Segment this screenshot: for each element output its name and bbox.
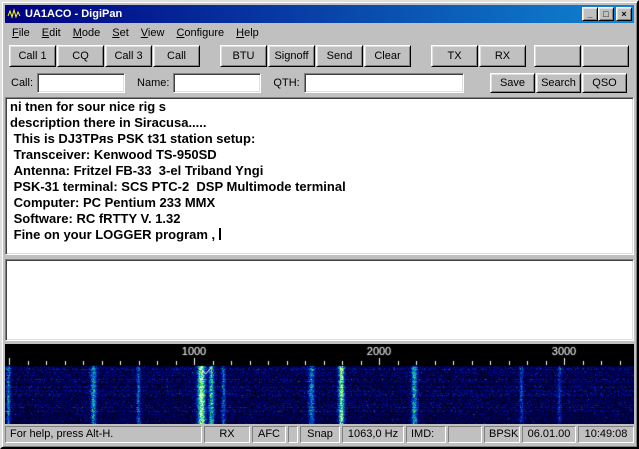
- statusbar-spacer: [288, 426, 298, 443]
- statusbar-help: For help, press Alt-H.: [5, 426, 202, 443]
- statusbar-date: 06.01.00: [522, 426, 576, 443]
- call-label: Call:: [11, 76, 34, 89]
- rx-text-area[interactable]: ni tnen for sour nice rig s description …: [5, 97, 634, 255]
- window-controls: _ □ ×: [582, 7, 632, 21]
- blank-button-1[interactable]: [534, 44, 581, 67]
- statusbar-snap[interactable]: Snap: [300, 426, 340, 443]
- tx-button[interactable]: TX: [431, 44, 478, 67]
- call1-button[interactable]: Call 1: [9, 44, 56, 67]
- tx-text-area[interactable]: [5, 259, 634, 341]
- menu-file[interactable]: File: [6, 25, 36, 41]
- title-bar[interactable]: UA1ACO - DigiPan _ □ ×: [5, 5, 634, 23]
- rx-button[interactable]: RX: [479, 44, 526, 67]
- signoff-button[interactable]: Signoff: [268, 44, 315, 67]
- clear-button[interactable]: Clear: [364, 44, 411, 67]
- save-button[interactable]: Save: [490, 72, 535, 93]
- btu-button[interactable]: BTU: [220, 44, 267, 67]
- menu-bar: File Edit Mode Set View Configure Help: [5, 23, 634, 42]
- app-icon: [7, 7, 21, 21]
- menu-edit[interactable]: Edit: [36, 25, 67, 41]
- call-button[interactable]: Call: [153, 44, 200, 67]
- qth-label: QTH:: [273, 76, 300, 89]
- text-caret: [218, 228, 221, 240]
- statusbar-rx[interactable]: RX: [204, 426, 250, 443]
- statusbar-frequency: 1063,0 Hz: [342, 426, 404, 443]
- menu-set[interactable]: Set: [106, 25, 135, 41]
- window-title: UA1ACO - DigiPan: [25, 8, 123, 20]
- minimize-button[interactable]: _: [582, 7, 598, 21]
- digipan-window: UA1ACO - DigiPan _ □ × File Edit Mode Se…: [0, 0, 639, 449]
- name-label: Name:: [137, 76, 170, 89]
- rx-text: ni tnen for sour nice rig s description …: [10, 99, 346, 242]
- name-input[interactable]: [173, 72, 262, 93]
- call-input[interactable]: [37, 72, 126, 93]
- statusbar-imd-value: [448, 426, 482, 443]
- statusbar-mode: BPSK: [484, 426, 520, 443]
- menu-configure[interactable]: Configure: [170, 25, 230, 41]
- menu-view[interactable]: View: [135, 25, 171, 41]
- waterfall-canvas[interactable]: [5, 344, 634, 424]
- qso-bar: Call: Name: QTH: Save Search QSO: [5, 69, 634, 96]
- statusbar-time: 10:49:08: [578, 426, 634, 443]
- qth-input[interactable]: [303, 72, 464, 93]
- call3-button[interactable]: Call 3: [105, 44, 152, 67]
- menu-mode[interactable]: Mode: [67, 25, 107, 41]
- statusbar-imd: IMD:: [406, 426, 446, 443]
- menu-help[interactable]: Help: [230, 25, 265, 41]
- send-button[interactable]: Send: [316, 44, 363, 67]
- waterfall-panel: [5, 344, 634, 424]
- status-bar: For help, press Alt-H. RX AFC Snap 1063,…: [5, 426, 634, 444]
- maximize-button[interactable]: □: [598, 7, 614, 21]
- toolbar: Call 1 CQ Call 3 Call BTU Signoff Send C…: [5, 42, 634, 69]
- close-button[interactable]: ×: [616, 7, 632, 21]
- search-button[interactable]: Search: [536, 72, 581, 93]
- statusbar-afc[interactable]: AFC: [252, 426, 286, 443]
- cq-button[interactable]: CQ: [57, 44, 104, 67]
- qso-button[interactable]: QSO: [582, 72, 627, 93]
- blank-button-2[interactable]: [582, 44, 629, 67]
